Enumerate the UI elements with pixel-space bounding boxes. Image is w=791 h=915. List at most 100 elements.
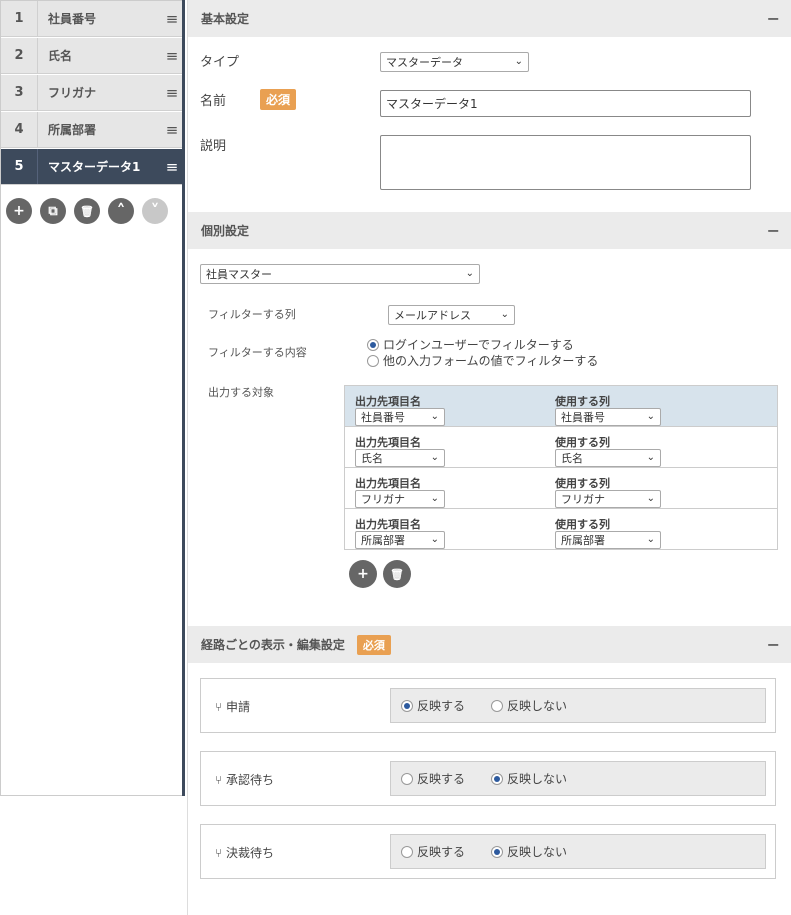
option-label: 反映しない [507, 699, 568, 713]
column-value: 所属部署 [561, 534, 605, 547]
radio-unselected[interactable] [401, 845, 413, 858]
column-select[interactable]: 氏名 ⌄ [555, 449, 661, 467]
output-row: 出力先項目名 使用する列 氏名 ⌄ 氏名 ⌄ [345, 427, 777, 468]
route-item: ⑂ 申請 反映する 反映しない [200, 678, 776, 733]
dest-value: 所属部署 [361, 534, 405, 547]
section-title: 経路ごとの表示・編集設定 [201, 638, 345, 652]
option-label: 反映する [417, 772, 466, 786]
field-item[interactable]: 1 社員番号 ≡ [1, 1, 183, 37]
radio-selected[interactable] [491, 845, 504, 858]
filter-column-select[interactable]: メールアドレス ⌄ [388, 305, 515, 325]
route-name: ⑂ 承認待ち [215, 771, 274, 788]
route-options: 反映する 反映しない [390, 834, 766, 869]
add-output-button[interactable]: + [349, 560, 377, 588]
type-label: タイプ [200, 55, 240, 70]
field-label: 所属部署 [48, 123, 97, 137]
dest-value: フリガナ [361, 493, 405, 506]
dest-select[interactable]: 氏名 ⌄ [355, 449, 445, 467]
type-select[interactable]: マスターデータ ⌄ [380, 52, 529, 72]
description-label: 説明 [200, 139, 227, 154]
output-row: 出力先項目名 使用する列 フリガナ ⌄ フリガナ ⌄ [345, 468, 777, 509]
basic-settings-header[interactable]: 基本設定 − [188, 0, 791, 37]
move-down-button[interactable]: ˅ [142, 198, 168, 224]
route-options: 反映する 反映しない [390, 761, 766, 796]
drag-handle-icon[interactable]: ≡ [161, 121, 183, 139]
add-field-button[interactable]: + [6, 198, 32, 224]
column-select[interactable]: 所属部署 ⌄ [555, 531, 661, 549]
chevron-down-icon: ⌄ [646, 452, 655, 463]
dest-select[interactable]: 所属部署 ⌄ [355, 531, 445, 549]
filter-option-login-user[interactable]: ログインユーザーでフィルターする [367, 336, 574, 353]
chevron-down-icon: ⌄ [430, 411, 439, 422]
drag-handle-icon[interactable]: ≡ [161, 47, 183, 65]
output-row: 出力先項目名 使用する列 所属部署 ⌄ 所属部署 ⌄ [345, 509, 777, 550]
master-select[interactable]: 社員マスター ⌄ [200, 264, 480, 284]
column-header: 使用する列 [555, 395, 610, 408]
copy-icon: ⧉ [48, 203, 58, 219]
column-header: 使用する列 [555, 436, 610, 449]
radio-selected[interactable] [367, 338, 379, 351]
collapse-icon[interactable]: − [767, 221, 780, 240]
radio-unselected[interactable] [401, 772, 413, 785]
drag-handle-icon[interactable]: ≡ [161, 158, 183, 176]
collapse-icon[interactable]: − [767, 635, 780, 654]
field-item[interactable]: 4 所属部署 ≡ [1, 112, 183, 148]
plus-icon: + [13, 203, 25, 219]
field-item[interactable]: 2 氏名 ≡ [1, 38, 183, 74]
column-select[interactable]: 社員番号 ⌄ [555, 408, 661, 426]
dest-header: 出力先項目名 [355, 518, 421, 531]
dest-select[interactable]: 社員番号 ⌄ [355, 408, 445, 426]
reflect-option[interactable]: 反映する [401, 843, 465, 860]
chevron-down-icon: ˅ [150, 200, 160, 222]
branch-icon: ⑂ [215, 700, 227, 714]
reflect-option[interactable]: 反映する [401, 770, 465, 787]
drag-handle-icon[interactable]: ≡ [161, 10, 183, 28]
radio-unselected[interactable] [491, 699, 504, 712]
chevron-down-icon: ⌄ [500, 309, 509, 320]
dest-select[interactable]: フリガナ ⌄ [355, 490, 445, 508]
radio-selected[interactable] [401, 699, 413, 712]
field-item[interactable]: 3 フリガナ ≡ [1, 75, 183, 111]
route-name-text: 申請 [226, 700, 251, 714]
column-header: 使用する列 [555, 518, 610, 531]
dest-header: 出力先項目名 [355, 436, 421, 449]
field-item-active[interactable]: 5 マスターデータ1 ≡ [1, 149, 183, 185]
field-list-panel: 1 社員番号 ≡ 2 氏名 ≡ 3 フリガナ ≡ 4 所属部署 ≡ 5 マスター… [0, 0, 185, 915]
name-input[interactable]: マスターデータ1 [380, 90, 751, 117]
not-reflect-option[interactable]: 反映しない [491, 843, 567, 860]
chevron-down-icon: ⌄ [430, 493, 439, 504]
not-reflect-option[interactable]: 反映しない [491, 770, 567, 787]
chevron-down-icon: ⌄ [646, 411, 655, 422]
option-label: 反映しない [507, 772, 568, 786]
section-title: 基本設定 [201, 12, 250, 26]
radio-unselected[interactable] [367, 354, 379, 367]
field-number: 5 [1, 149, 38, 184]
collapse-icon[interactable]: − [767, 9, 780, 28]
description-textarea[interactable] [380, 135, 751, 190]
branch-icon: ⑂ [215, 846, 227, 860]
chevron-down-icon: ⌄ [514, 56, 523, 67]
route-name: ⑂ 申請 [215, 698, 250, 715]
option-label: 反映する [417, 845, 466, 859]
settings-panel: 基本設定 − タイプ マスターデータ ⌄ 名前 必須 マスターデータ1 説明 個… [187, 0, 791, 915]
filter-column-value: メールアドレス [394, 309, 471, 322]
filter-option-other-form[interactable]: 他の入力フォームの値でフィルターする [367, 352, 598, 369]
field-number: 1 [1, 1, 38, 36]
delete-field-button[interactable]: 🗑 [74, 198, 100, 224]
not-reflect-option[interactable]: 反映しない [491, 697, 567, 714]
chevron-down-icon: ⌄ [465, 268, 474, 279]
route-item: ⑂ 決裁待ち 反映する 反映しない [200, 824, 776, 879]
field-number: 4 [1, 112, 38, 147]
route-settings-header[interactable]: 経路ごとの表示・編集設定 必須 − [188, 626, 791, 663]
drag-handle-icon[interactable]: ≡ [161, 84, 183, 102]
column-header: 使用する列 [555, 477, 610, 490]
route-name: ⑂ 決裁待ち [215, 844, 274, 861]
column-select[interactable]: フリガナ ⌄ [555, 490, 661, 508]
radio-selected[interactable] [491, 772, 504, 785]
reflect-option[interactable]: 反映する [401, 697, 465, 714]
delete-output-button[interactable]: 🗑 [383, 560, 411, 588]
move-up-button[interactable]: ˄ [108, 198, 134, 224]
individual-settings-header[interactable]: 個別設定 − [188, 212, 791, 249]
column-value: 社員番号 [561, 411, 605, 424]
copy-field-button[interactable]: ⧉ [40, 198, 66, 224]
